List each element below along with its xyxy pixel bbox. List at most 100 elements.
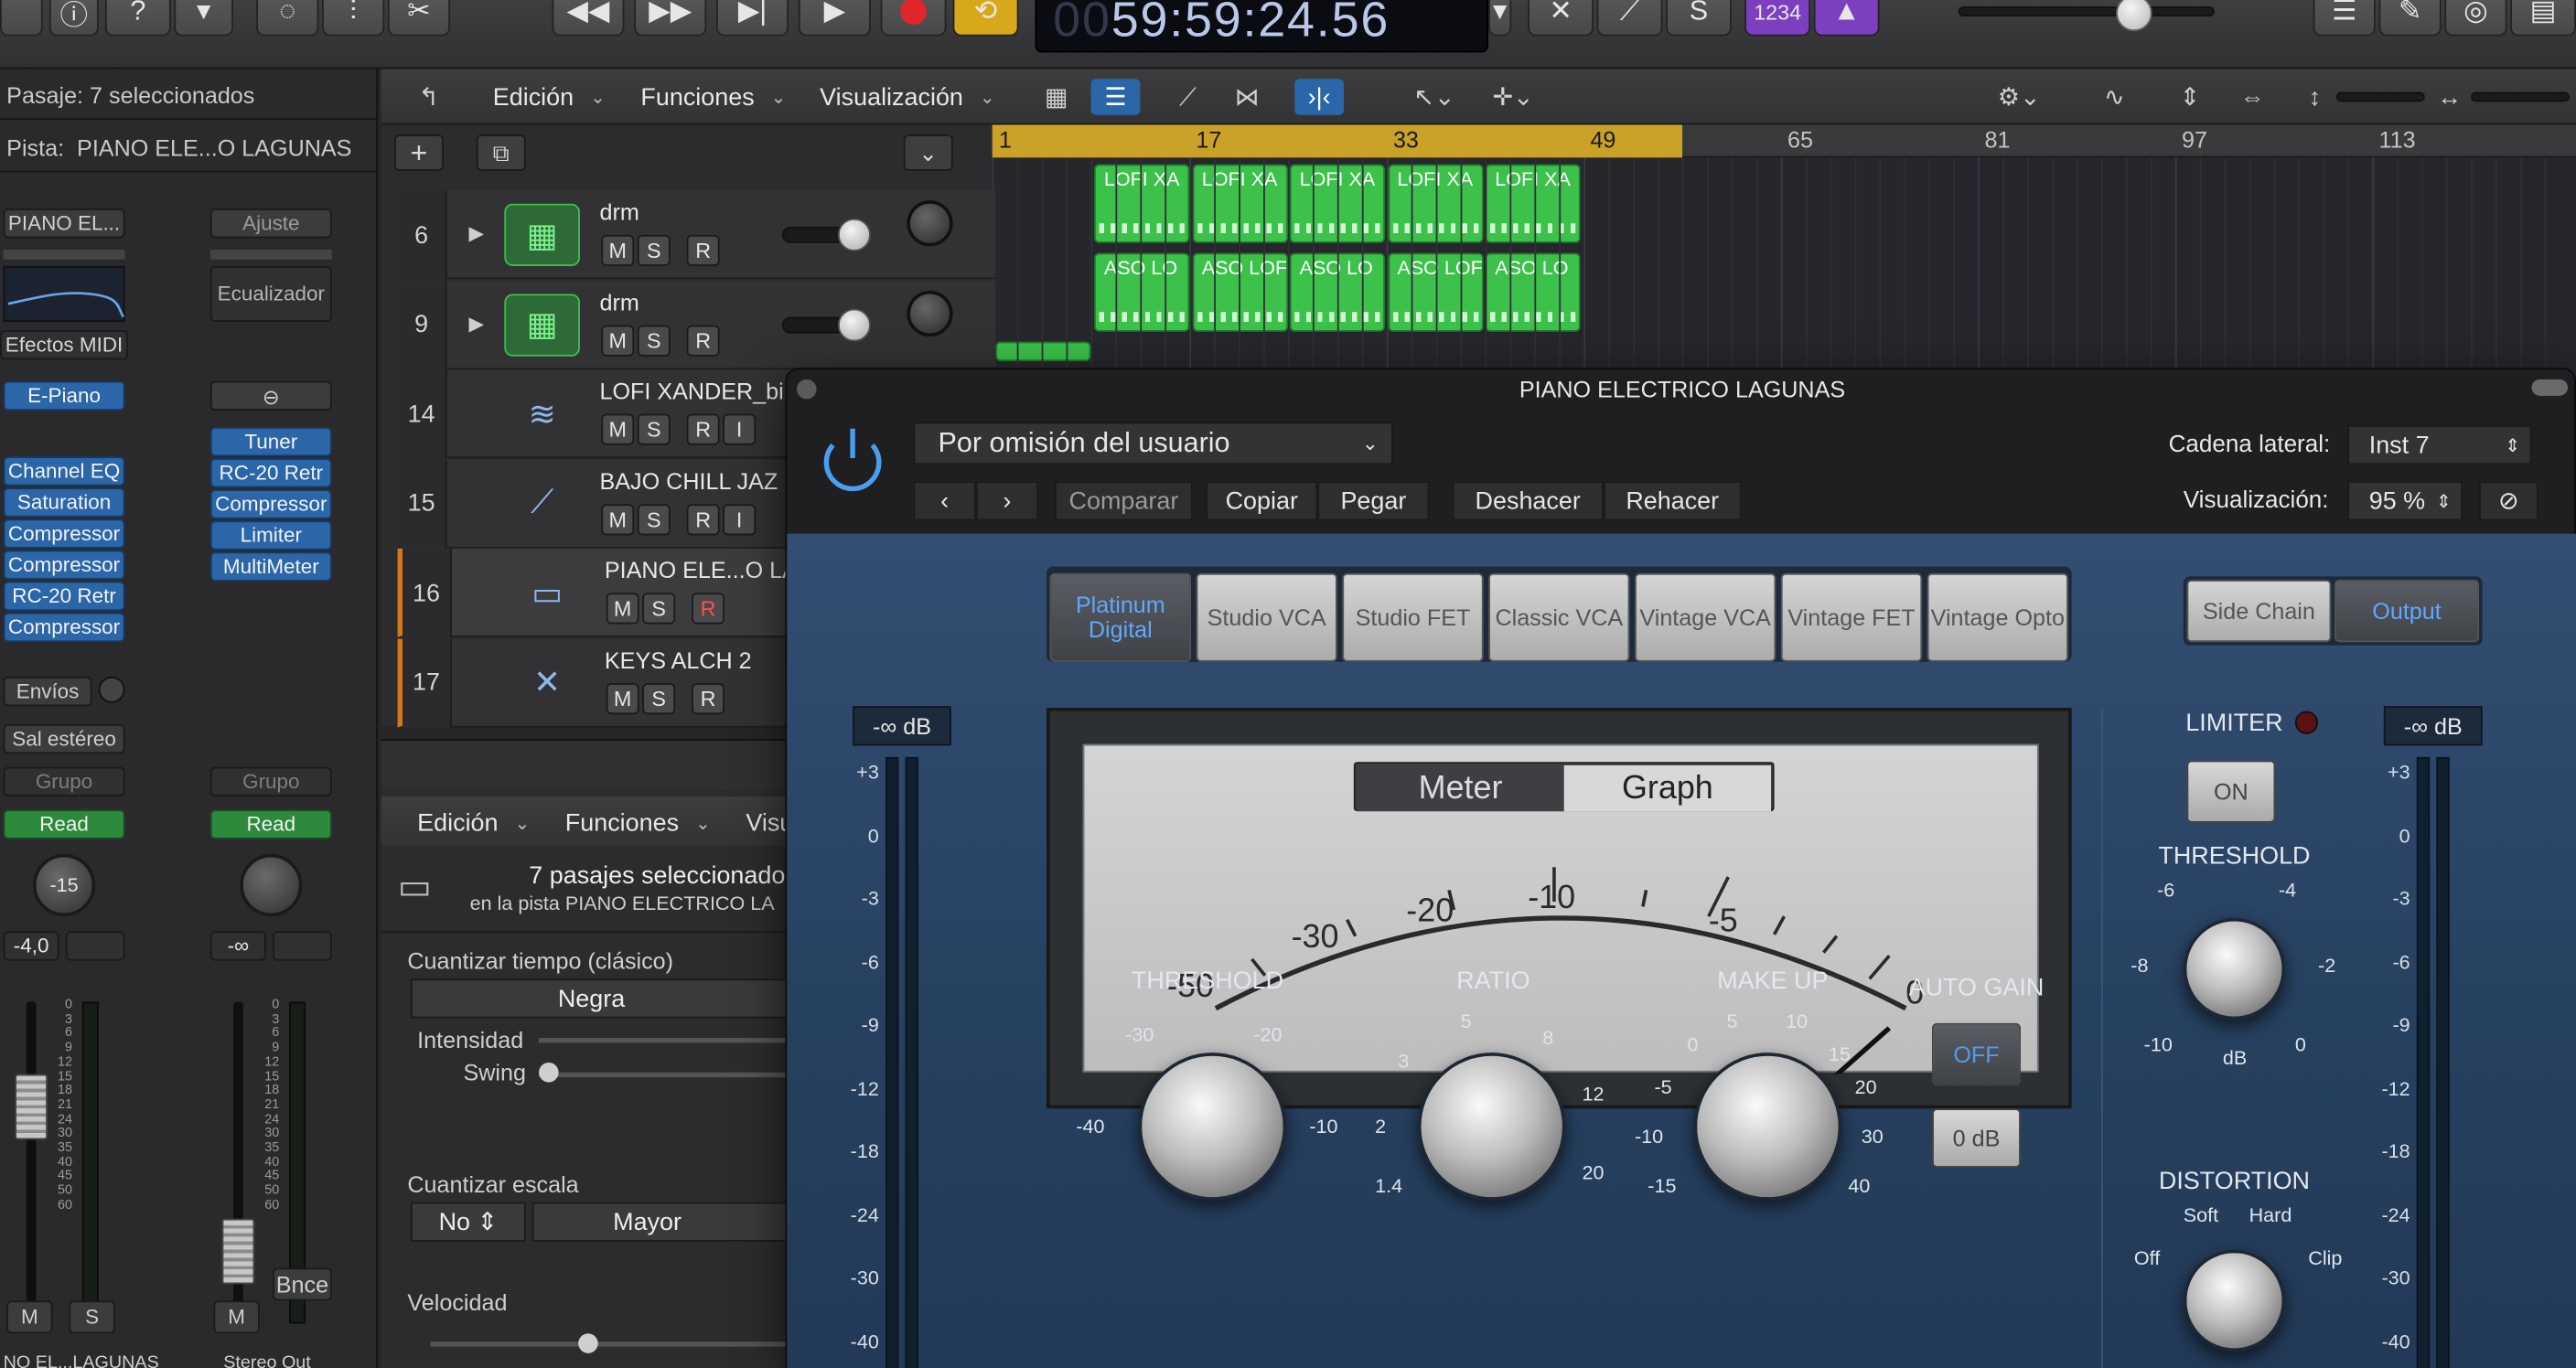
track-header[interactable]: Pista: PIANO ELE...O LAGUNAS	[6, 134, 351, 161]
catch-icon[interactable]: ›|‹	[1294, 79, 1345, 115]
lcd-display[interactable]: 00 59:59:24.56	[1035, 0, 1489, 53]
quantize-select[interactable]: Negra	[410, 978, 806, 1019]
view-menu[interactable]: Visualización ⌄	[820, 79, 994, 115]
help-icon[interactable]: ?	[104, 0, 171, 37]
mute-button[interactable]: M	[601, 413, 635, 445]
mute-button[interactable]: M	[606, 682, 639, 714]
model-button[interactable]: Vintage VCA	[1634, 572, 1776, 662]
paste-button[interactable]: Pegar	[1317, 481, 1430, 521]
master-volume-knob[interactable]	[2116, 0, 2152, 32]
output-button[interactable]: Output	[2334, 579, 2480, 643]
model-button[interactable]: Platinum Digital	[1049, 572, 1192, 662]
lcd-dropdown-icon[interactable]: ▾	[1488, 0, 1512, 37]
disclosure-triangle-icon[interactable]: ▶	[456, 200, 496, 266]
ruler[interactable]: 1 17 33 49 65 81 97 113	[992, 124, 2576, 158]
model-button[interactable]: Studio VCA	[1196, 572, 1337, 662]
waveform-zoom-icon[interactable]: ∿	[2089, 79, 2139, 115]
master-volume-slider[interactable]	[1958, 6, 2215, 16]
horizontal-fit-icon[interactable]: ⇔	[2227, 79, 2277, 115]
toolbar-toggle-icon[interactable]: ▾	[174, 0, 234, 37]
next-preset-icon[interactable]: ›	[975, 481, 1039, 521]
scale-mode-select[interactable]: Mayor	[531, 1202, 812, 1242]
pan-knob-2[interactable]	[240, 853, 303, 917]
plugin-slot-4[interactable]: Compressor	[3, 550, 125, 580]
plugin-slot-6[interactable]: Compressor	[3, 612, 125, 643]
plugin-slot-multimeter[interactable]: MultiMeter	[209, 551, 332, 582]
link-icon[interactable]: ⊖	[209, 380, 332, 411]
ratio-knob[interactable]	[1417, 1053, 1566, 1201]
strip1-setting-bar[interactable]	[3, 249, 125, 260]
list-editors-icon[interactable]: ☰	[2313, 0, 2376, 37]
solo-button[interactable]: S	[637, 413, 671, 445]
functions-menu[interactable]: Funciones ⌄	[640, 79, 786, 115]
model-button[interactable]: Vintage FET	[1780, 572, 1923, 662]
track-header[interactable]: 9 ▶ ▦ drm M S R	[397, 280, 996, 369]
window-toggle[interactable]	[2531, 379, 2569, 396]
redo-button[interactable]: Rehacer	[1603, 481, 1742, 521]
record-enable-button[interactable]: R	[686, 324, 720, 356]
solo-button[interactable]: S	[637, 324, 671, 356]
compare-button[interactable]: Comparar	[1054, 481, 1193, 521]
rewind-icon[interactable]: ◀◀	[552, 0, 625, 37]
view-size-select[interactable]: 95 % ⇕	[2347, 481, 2463, 521]
go-to-end-icon[interactable]: ▶|	[716, 0, 789, 37]
pencil-tool-icon[interactable]: ✛⌄	[1488, 79, 1538, 115]
play-icon[interactable]: ▶	[798, 0, 871, 37]
strip1-name[interactable]: PIANO EL...	[3, 208, 125, 239]
model-button[interactable]: Classic VCA	[1488, 572, 1630, 662]
automation-mode-2[interactable]: Read	[209, 809, 332, 839]
bounce-button[interactable]: Bnce	[273, 1267, 332, 1301]
track-volume-knob[interactable]	[837, 307, 871, 341]
forward-icon[interactable]: ▶▶	[634, 0, 707, 37]
output-slot[interactable]: Sal estéreo	[3, 724, 125, 754]
pointer-tool-icon[interactable]: ↖⌄	[1410, 79, 1459, 115]
mute-button[interactable]: M	[601, 234, 635, 266]
notepad-icon[interactable]: ✎	[2378, 0, 2442, 37]
limiter-on-button[interactable]: ON	[2186, 760, 2276, 823]
link-icon[interactable]: ⊘	[2479, 481, 2538, 521]
pan-knob[interactable]: -15	[32, 853, 96, 917]
plugin-slot-5[interactable]: RC-20 Retr	[3, 581, 125, 612]
vertical-fit-icon[interactable]: ⇕	[2165, 79, 2215, 115]
list-view-icon[interactable]: ☰	[1090, 79, 1141, 115]
side-chain-button[interactable]: Side Chain	[2186, 579, 2332, 643]
record-enable-button[interactable]: R	[686, 234, 720, 266]
record-enable-button[interactable]: R	[692, 593, 725, 625]
vertical-zoom-slider[interactable]	[2335, 91, 2425, 102]
track-header[interactable]: 6 ▶ ▦ drm M S R	[397, 190, 996, 280]
volume-readout[interactable]: -4,0	[3, 931, 59, 961]
undo-button[interactable]: Deshacer	[1452, 481, 1604, 521]
velocity-slider[interactable]	[430, 1341, 825, 1347]
add-track-icon[interactable]: +	[394, 134, 444, 171]
volume-readout-2[interactable]: -∞	[209, 931, 266, 961]
browser-icon[interactable]: ▤	[2510, 0, 2576, 37]
midi-region[interactable]: ASO LO	[1485, 252, 1581, 332]
horizontal-zoom-icon[interactable]: ↔	[2425, 79, 2474, 115]
plugin-slot-limiter[interactable]: Limiter	[209, 520, 332, 550]
volume-fader-cap[interactable]	[15, 1074, 48, 1140]
group-slot-2[interactable]: Grupo	[209, 766, 332, 797]
eq-slot[interactable]: Ecualizador	[209, 265, 332, 323]
cycle-icon[interactable]: ⟲	[952, 0, 1019, 37]
plugin-slot-tuner[interactable]: Tuner	[209, 426, 332, 457]
sends-slot[interactable]: Envíos	[3, 676, 92, 707]
midi-region[interactable]: LOFI XA	[1485, 164, 1581, 243]
solo-button[interactable]: S	[642, 593, 676, 625]
record-enable-button[interactable]: R	[686, 413, 720, 445]
library-button[interactable]	[0, 0, 43, 37]
power-icon[interactable]	[817, 422, 889, 495]
preset-select[interactable]: Por omisión del usuario ⌄	[913, 422, 1393, 465]
input-monitor-button[interactable]: I	[723, 503, 757, 535]
horizontal-zoom-slider[interactable]	[2471, 91, 2570, 102]
solo-button[interactable]: S	[637, 503, 671, 535]
track-pan-knob[interactable]	[907, 289, 953, 337]
model-button[interactable]: Studio FET	[1342, 572, 1484, 662]
group-slot[interactable]: Grupo	[3, 766, 125, 797]
makeup-knob[interactable]	[1693, 1053, 1842, 1201]
previous-preset-icon[interactable]: ‹	[913, 481, 976, 521]
instrument-slot[interactable]: E-Piano	[3, 380, 125, 411]
strength-slider[interactable]	[539, 1038, 819, 1043]
copy-button[interactable]: Copiar	[1206, 481, 1318, 521]
solo-button[interactable]: S	[69, 1300, 115, 1334]
record-enable-button[interactable]: R	[686, 503, 720, 535]
